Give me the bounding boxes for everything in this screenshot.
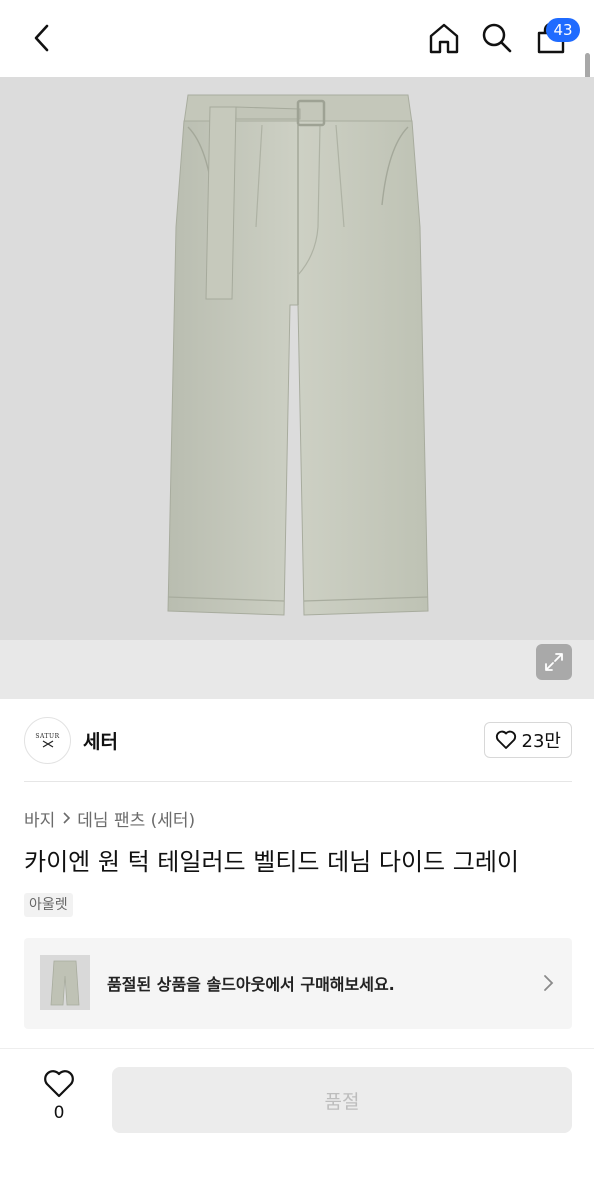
top-nav-bar: 43	[0, 0, 594, 77]
expand-icon	[545, 653, 563, 671]
brand-logo[interactable]: SATUR	[24, 717, 71, 764]
home-icon	[429, 23, 459, 54]
cart-count-badge: 43	[546, 18, 580, 42]
wishlist-button[interactable]: 0	[38, 1069, 80, 1129]
search-icon	[482, 23, 512, 53]
heart-icon	[44, 1070, 74, 1098]
product-title: 카이엔 원 턱 테일러드 벨티드 데님 다이드 그레이	[24, 848, 520, 876]
denim-pants-image	[167, 94, 429, 616]
product-image	[0, 77, 594, 640]
wishlist-count: 0	[53, 1103, 65, 1123]
home-button[interactable]	[424, 18, 464, 58]
brand-like-button[interactable]: 23만	[483, 722, 572, 758]
brand-row: SATUR 세터 23만	[24, 717, 572, 765]
breadcrumb: 바지 데님 팬츠 (세터)	[24, 806, 195, 831]
breadcrumb-item-pants[interactable]: 바지	[24, 806, 55, 831]
chevron-left-icon	[34, 24, 49, 52]
chevron-right-icon	[61, 811, 71, 825]
banner-product-thumbnail	[40, 955, 90, 1010]
bottom-action-bar: 0 품절	[0, 1049, 594, 1200]
chevron-right-icon	[544, 975, 554, 991]
section-divider	[24, 781, 572, 782]
brand-like-count: 23만	[521, 731, 561, 752]
heart-icon	[495, 730, 516, 749]
back-button[interactable]	[24, 20, 60, 56]
soldout-banner-text: 품절된 상품을 솔드아웃에서 구매해보세요.	[107, 975, 395, 994]
soldout-buy-button[interactable]: 품절	[112, 1067, 572, 1133]
brand-name-link[interactable]: 세터	[83, 727, 118, 754]
brand-logo-text: SATUR	[35, 733, 60, 740]
expand-image-button[interactable]	[536, 644, 572, 680]
search-button[interactable]	[477, 18, 517, 58]
soldout-promo-banner[interactable]: 품절된 상품을 솔드아웃에서 구매해보세요.	[24, 938, 572, 1029]
breadcrumb-item-denim-pants[interactable]: 데님 팬츠 (세터)	[77, 806, 195, 831]
outlet-tag: 아울렛	[24, 893, 73, 917]
brand-logo-mark-icon	[42, 740, 53, 748]
product-image-gallery[interactable]	[0, 77, 594, 699]
